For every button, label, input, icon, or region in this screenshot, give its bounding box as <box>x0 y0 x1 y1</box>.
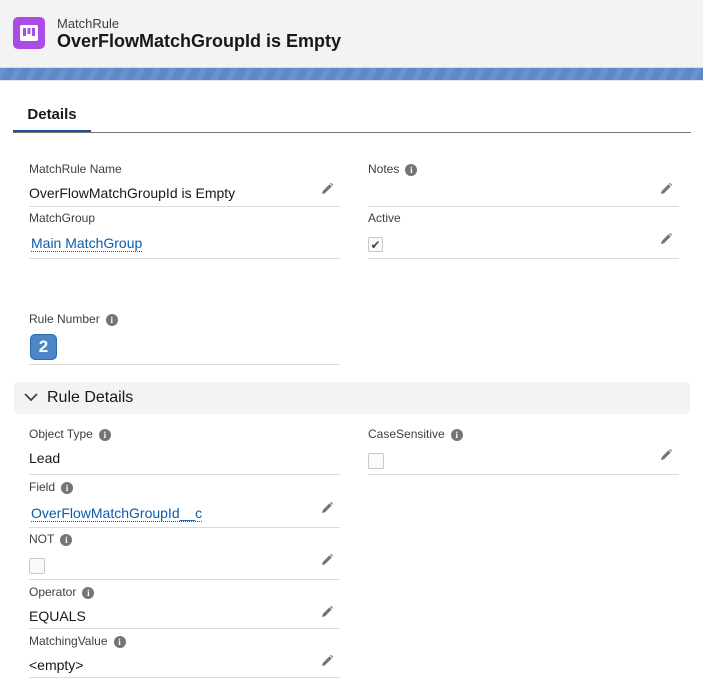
field-operator: Operator i EQUALS <box>29 585 340 629</box>
operator-value: EQUALS <box>29 608 86 624</box>
chevron-down-icon <box>24 393 38 402</box>
operator-label: Operator i <box>29 585 95 599</box>
info-icon[interactable]: i <box>450 429 463 441</box>
matchgroup-label: MatchGroup <box>29 211 96 225</box>
field-underline <box>29 527 340 528</box>
header-banner <box>0 68 703 80</box>
edit-pencil-icon[interactable] <box>320 654 334 668</box>
field-label: Field i <box>29 480 74 494</box>
active-label: Active <box>368 211 401 225</box>
field-field: Field i OverFlowMatchGroupId__c <box>29 480 340 528</box>
info-icon[interactable]: i <box>105 314 118 326</box>
field-matching-value: MatchingValue i <empty> <box>29 634 340 678</box>
not-label: NOT i <box>29 532 73 546</box>
field-underline <box>29 677 340 678</box>
info-icon[interactable]: i <box>60 534 73 546</box>
rule-details-section-header[interactable]: Rule Details <box>14 382 690 414</box>
edit-pencil-icon[interactable] <box>659 448 673 462</box>
matchgroup-link[interactable]: Main MatchGroup <box>31 235 143 252</box>
edit-pencil-icon[interactable] <box>320 501 334 515</box>
edit-pencil-icon[interactable] <box>320 553 334 567</box>
field-underline <box>29 364 340 365</box>
field-underline <box>29 206 340 207</box>
field-underline <box>368 474 679 475</box>
info-icon[interactable]: i <box>405 164 418 176</box>
field-notes: Notes i <box>368 162 679 207</box>
field-matchrule-name: MatchRule Name OverFlowMatchGroupId is E… <box>29 162 340 207</box>
case-sensitive-label: CaseSensitive i <box>368 427 463 441</box>
matchrule-name-label: MatchRule Name <box>29 162 122 176</box>
field-underline <box>29 628 340 629</box>
field-object-type: Object Type i Lead <box>29 427 340 475</box>
field-underline <box>29 258 340 259</box>
record-header: MatchRule OverFlowMatchGroupId is Empty <box>0 0 703 68</box>
field-underline <box>368 206 679 207</box>
case-sensitive-checkbox <box>368 453 384 469</box>
info-icon[interactable]: i <box>113 636 126 648</box>
tab-divider <box>13 132 691 133</box>
field-underline <box>29 579 340 580</box>
info-icon[interactable]: i <box>61 482 74 494</box>
field-underline <box>368 258 679 259</box>
notes-label: Notes i <box>368 162 418 176</box>
field-matchgroup: MatchGroup Main MatchGroup <box>29 211 340 259</box>
edit-pencil-icon[interactable] <box>320 605 334 619</box>
matchrule-object-icon <box>13 17 45 49</box>
info-icon[interactable]: i <box>98 429 111 441</box>
field-rule-number: Rule Number i <box>29 312 340 365</box>
edit-pencil-icon[interactable] <box>659 232 673 246</box>
object-type-label: Object Type i <box>29 427 111 441</box>
field-case-sensitive: CaseSensitive i <box>368 427 679 475</box>
not-checkbox <box>29 558 45 574</box>
matching-value-value: <empty> <box>29 657 84 673</box>
rule-number-badge: 2 <box>30 334 57 360</box>
edit-pencil-icon[interactable] <box>659 182 673 196</box>
field-active: Active ✔ <box>368 211 679 259</box>
field-link[interactable]: OverFlowMatchGroupId__c <box>31 505 203 522</box>
tab-details[interactable]: Details <box>13 104 91 133</box>
object-type-label: MatchRule <box>57 16 120 31</box>
info-icon[interactable]: i <box>82 587 95 599</box>
active-checkbox: ✔ <box>368 237 383 252</box>
record-title: OverFlowMatchGroupId is Empty <box>57 31 342 51</box>
object-type-value: Lead <box>29 450 61 466</box>
matchrule-name-value: OverFlowMatchGroupId is Empty <box>29 185 236 201</box>
matching-value-label: MatchingValue i <box>29 634 126 648</box>
field-not: NOT i <box>29 532 340 580</box>
rule-number-label: Rule Number i <box>29 312 118 326</box>
edit-pencil-icon[interactable] <box>320 182 334 196</box>
rule-details-title: Rule Details <box>47 389 134 406</box>
field-underline <box>29 474 340 475</box>
